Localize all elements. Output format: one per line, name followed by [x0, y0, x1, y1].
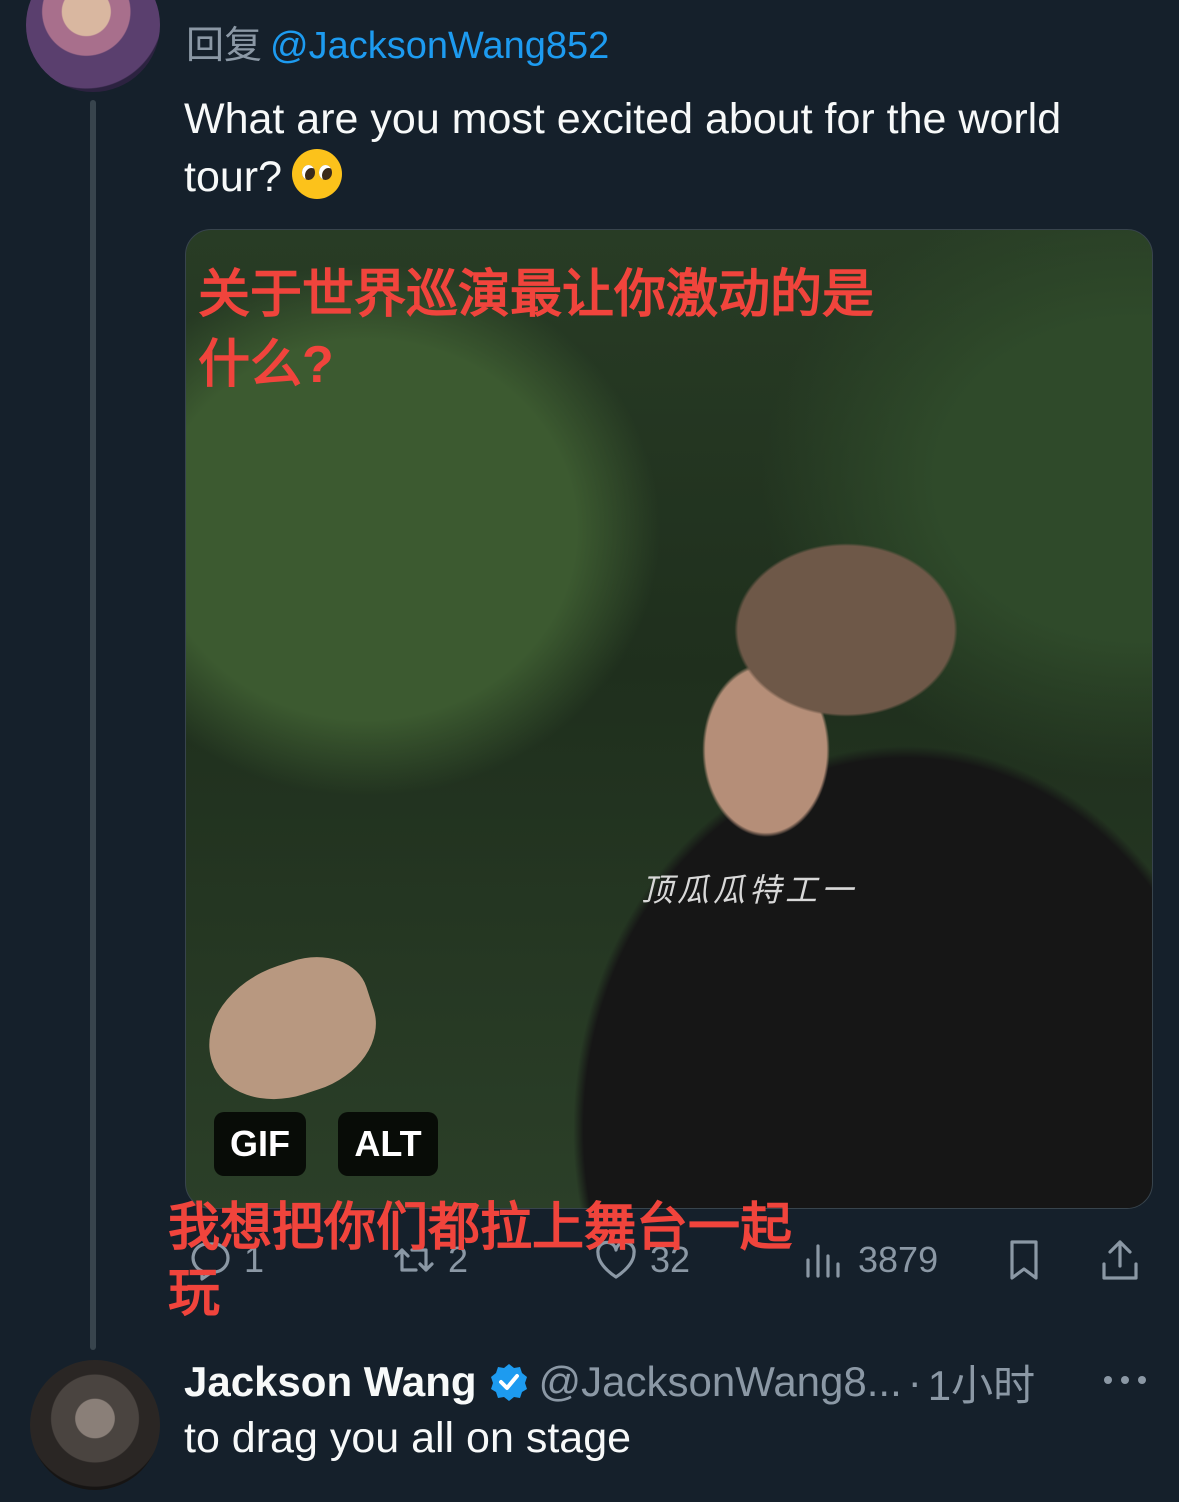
jackson-wang-avatar[interactable] [30, 1360, 160, 1490]
gif-subtitle: 顶瓜瓜特工一 [641, 871, 858, 909]
tweet-text: What are you most excited about for the … [184, 90, 1144, 206]
more-options-icon[interactable] [1100, 1360, 1150, 1400]
bookmark-button[interactable] [1000, 1230, 1048, 1290]
share-button[interactable] [1096, 1230, 1144, 1290]
thread-connector-line [90, 100, 96, 1350]
alt-text-badge[interactable]: ALT [338, 1112, 438, 1176]
gif-frame-hand [190, 941, 392, 1119]
bookmark-icon [1010, 1240, 1038, 1280]
gif-caption-top: 关于世界巡演最让你激动的是什么? [198, 266, 875, 394]
replying-to: 回复 @JacksonWang852 [186, 14, 609, 69]
view-count: 3879 [858, 1239, 939, 1280]
gif-caption-bottom: 我想把你们都拉上舞台一起玩 [168, 1199, 793, 1323]
reply-prefix: 回复 [186, 25, 263, 67]
reply-mention-link[interactable]: @JacksonWang852 [270, 25, 609, 67]
reply-tweet-text: to drag you all on stage [184, 1414, 632, 1462]
user-avatar[interactable] [26, 0, 160, 92]
author-display-name[interactable]: Jackson Wang [184, 1358, 477, 1406]
tweet-timestamp[interactable]: 1小时 [928, 1352, 1035, 1413]
verified-badge-icon [490, 1364, 527, 1401]
gif-badge[interactable]: GIF [214, 1112, 306, 1176]
separator-dot: · [907, 1358, 922, 1405]
reply-author-line: Jackson Wang @JacksonWang8... · 1小时 [184, 1354, 1035, 1410]
views-button[interactable]: 3879 [800, 1230, 938, 1290]
share-icon [1102, 1240, 1138, 1280]
author-handle[interactable]: @JacksonWang8... [539, 1358, 902, 1406]
tweet-media-gif[interactable]: 关于世界巡演最让你激动的是什么? 顶瓜瓜特工一 GIF ALT [185, 229, 1153, 1209]
pleading-face-emoji-icon [292, 149, 343, 199]
